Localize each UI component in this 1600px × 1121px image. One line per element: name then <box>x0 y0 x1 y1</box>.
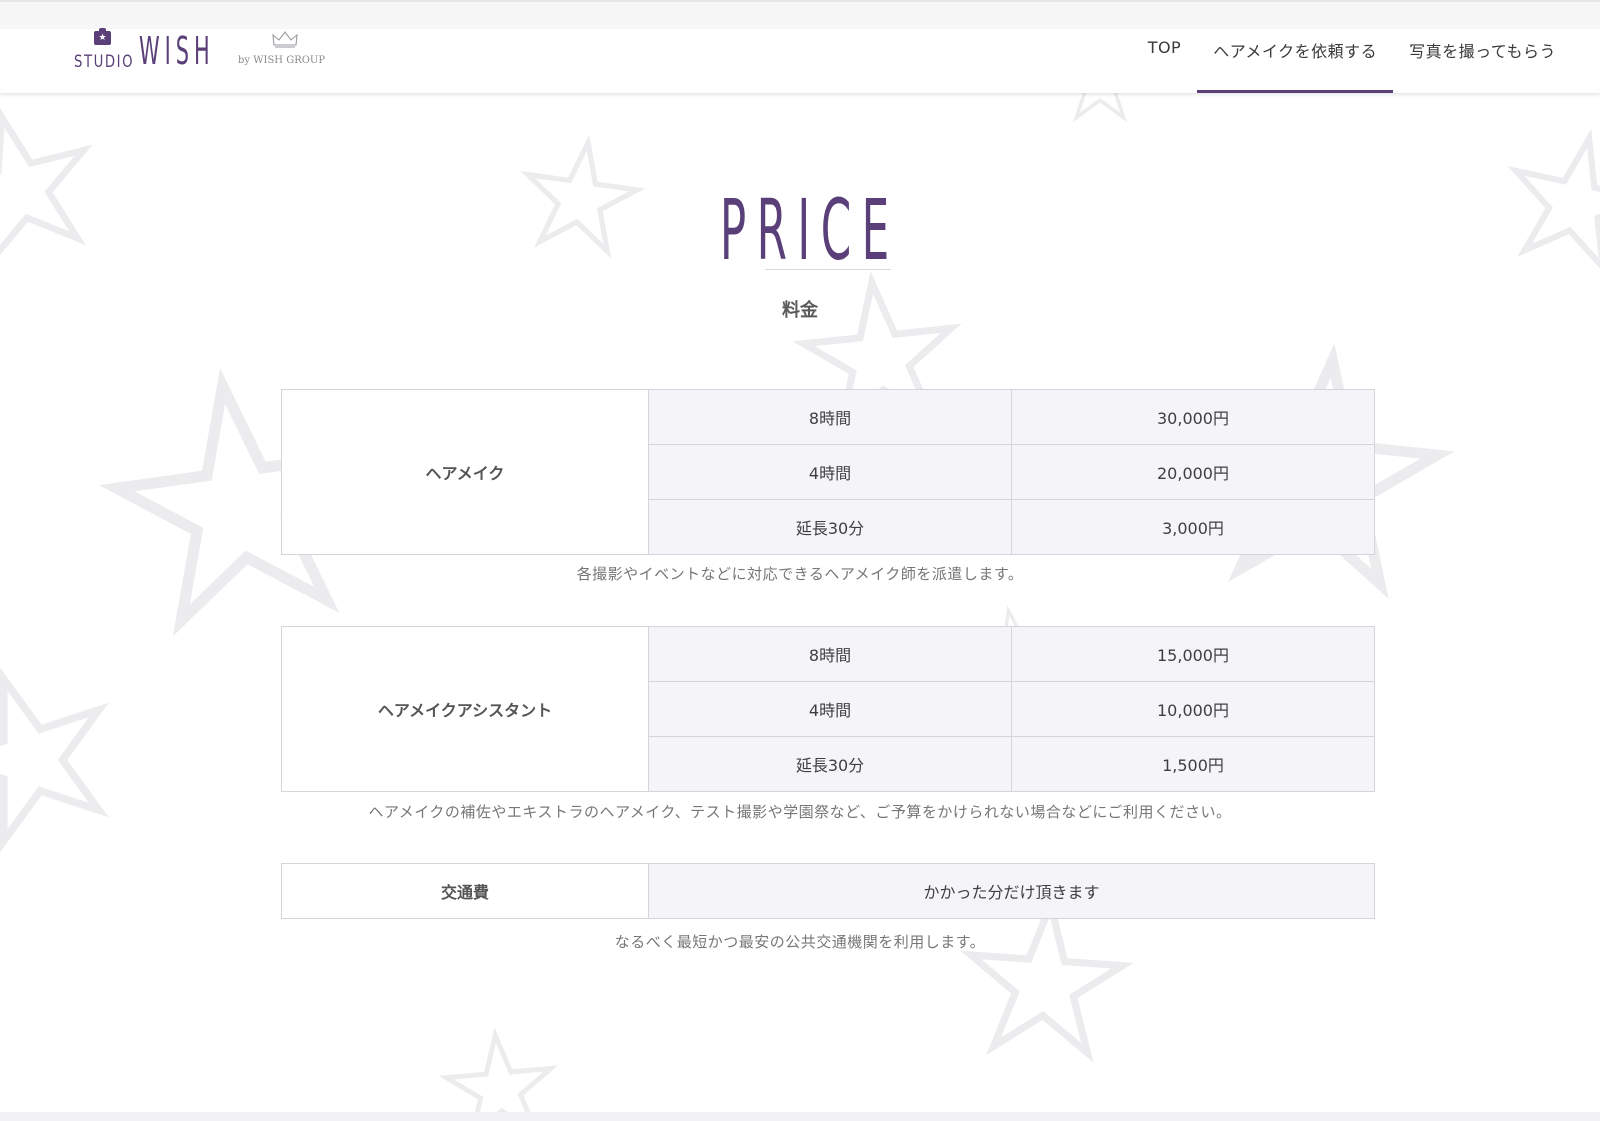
page-bottom-strip <box>0 1112 1600 1121</box>
price-category-label: 交通費 <box>281 863 649 919</box>
table-row: ヘアメイクアシスタント 8時間 15,000円 <box>281 626 1375 792</box>
star-icon <box>965 900 1127 1055</box>
duration-cell: 4時間 <box>648 444 1012 500</box>
logo-studio-text: STUDIO <box>74 52 135 72</box>
camera-icon: ★ <box>94 28 111 45</box>
price-cell: 1,500円 <box>1011 736 1375 792</box>
transport-note: なるべく最短かつ最安の公共交通機関を利用します。 <box>614 933 986 951</box>
duration-cell: 延長30分 <box>648 499 1012 555</box>
nav-hair-makeup-request[interactable]: ヘアメイクを依頼する <box>1197 29 1393 93</box>
site-header: ★ STUDIO WISH by WISH GROUP TOP ヘアメイクを依頼… <box>0 28 1600 93</box>
logo-wish-text: WISH <box>139 29 215 73</box>
duration-cell: 8時間 <box>648 389 1012 445</box>
page-title: PRICE <box>720 181 900 279</box>
table-row: 交通費 かかった分だけ頂きます <box>281 863 1375 919</box>
price-cell: 15,000円 <box>1011 626 1375 682</box>
duration-cell: 延長30分 <box>648 736 1012 792</box>
transport-value-cell: かかった分だけ頂きます <box>648 863 1375 919</box>
table-row: ヘアメイク 8時間 30,000円 <box>281 389 1375 555</box>
price-category-label: ヘアメイクアシスタント <box>281 626 649 792</box>
price-cell: 3,000円 <box>1011 499 1375 555</box>
duration-cell: 8時間 <box>648 626 1012 682</box>
price-cell: 30,000円 <box>1011 389 1375 445</box>
duration-cell: 4時間 <box>648 681 1012 737</box>
price-cell: 10,000円 <box>1011 681 1375 737</box>
studio-wish-logo[interactable]: ★ STUDIO WISH by WISH GROUP <box>74 28 334 93</box>
price-cell: 20,000円 <box>1011 444 1375 500</box>
price-category-label: ヘアメイク <box>281 389 649 555</box>
assistant-price-table: ヘアメイクアシスタント 8時間 15,000円 4時間 10,000円 延長30… <box>281 626 1375 792</box>
star-icon <box>443 1031 556 1121</box>
logo-by-wish-group: by WISH GROUP <box>238 55 326 66</box>
title-divider <box>765 269 891 270</box>
crown-icon <box>272 31 298 48</box>
transport-price-table: 交通費 かかった分だけ頂きます <box>281 863 1375 919</box>
main-nav: TOP ヘアメイクを依頼する 写真を撮ってもらう <box>1132 29 1572 93</box>
background-stars <box>0 43 1600 1121</box>
assistant-note: ヘアメイクの補佐やエキストラのヘアメイク、テスト撮影や学園祭など、ご予算をかけら… <box>368 803 1232 821</box>
hair-makeup-note: 各撮影やイベントなどに対応できるヘアメイク師を派遣します。 <box>576 565 1024 583</box>
nav-photo-request[interactable]: 写真を撮ってもらう <box>1393 29 1572 93</box>
hair-makeup-price-table: ヘアメイク 8時間 30,000円 4時間 20,000円 延長30分 3,00… <box>281 389 1375 555</box>
page-subtitle: 料金 <box>782 300 818 321</box>
nav-top[interactable]: TOP <box>1132 29 1198 93</box>
